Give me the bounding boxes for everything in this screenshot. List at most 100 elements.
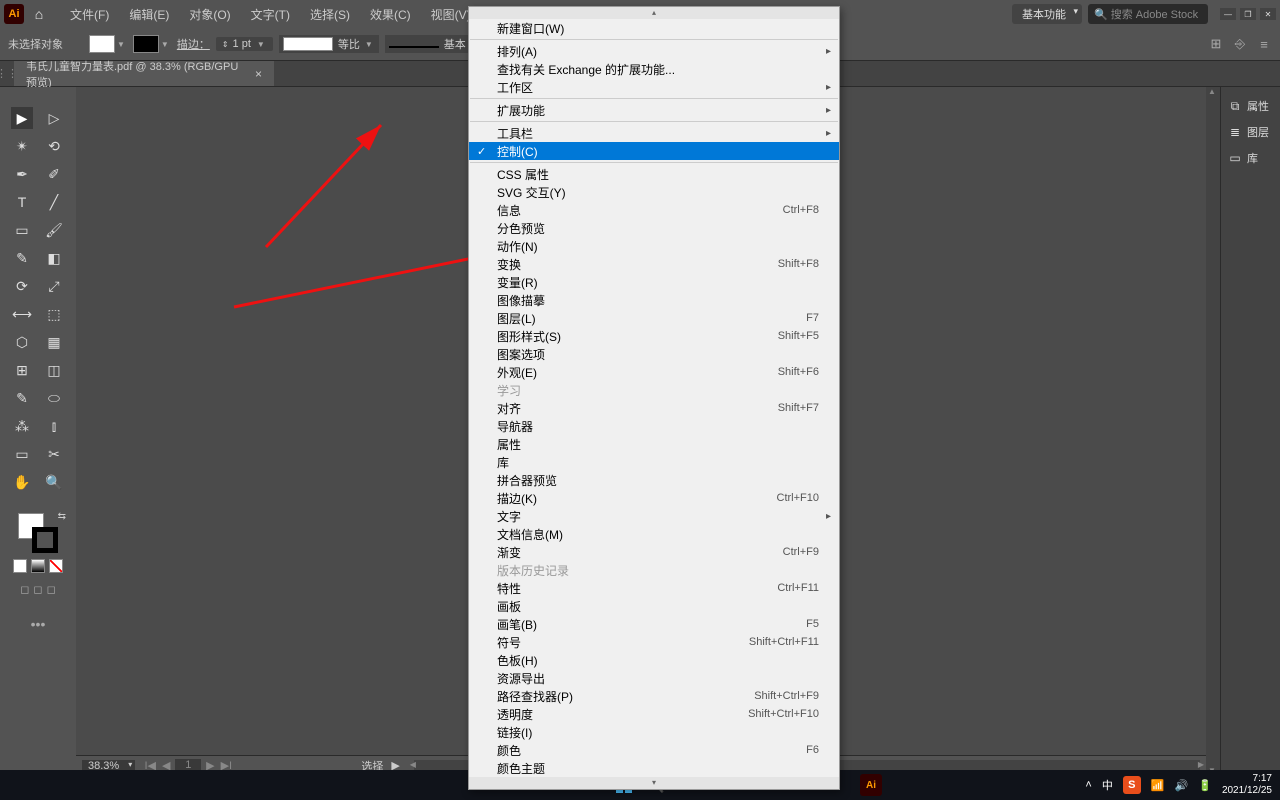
menu-effect[interactable]: 效果(C) (360, 6, 421, 23)
menu-separations-preview[interactable]: 分色预览 (469, 219, 839, 237)
edit-toolbar[interactable]: ••• (31, 616, 46, 632)
menu-gradient[interactable]: 渐变Ctrl+F9 (469, 543, 839, 561)
menu-text[interactable]: 文字(T) (241, 6, 300, 23)
lasso-tool[interactable]: ⟲ (43, 135, 65, 157)
menu-pattern-options[interactable]: 图案选项 (469, 345, 839, 363)
free-transform-tool[interactable]: ⬚ (43, 303, 65, 325)
menu-css-properties[interactable]: CSS 属性 (469, 165, 839, 183)
close-button[interactable]: ✕ (1260, 8, 1276, 20)
sogou-ime-icon[interactable]: S (1123, 776, 1141, 794)
menu-layers[interactable]: 图层(L)F7 (469, 309, 839, 327)
menu-stroke[interactable]: 描边(K)Ctrl+F10 (469, 489, 839, 507)
menu-new-window[interactable]: 新建窗口(W) (469, 19, 839, 37)
color-mode-gradient[interactable] (31, 559, 45, 573)
menu-document-info[interactable]: 文档信息(M) (469, 525, 839, 543)
menu-workspace[interactable]: 工作区 (469, 78, 839, 96)
width-profile[interactable]: 等比▼ (279, 35, 379, 53)
panel-properties[interactable]: ⧉属性 (1221, 93, 1280, 119)
battery-icon[interactable]: 🔋 (1198, 779, 1212, 792)
menu-attributes[interactable]: 属性 (469, 435, 839, 453)
vertical-scrollbar[interactable] (1206, 87, 1220, 775)
maximize-button[interactable]: ❐ (1240, 8, 1256, 20)
draw-normal-icon[interactable]: ◻ (20, 583, 29, 596)
chevron-down-icon[interactable]: ▼ (159, 40, 171, 49)
shaper-tool[interactable]: ✎ (11, 247, 33, 269)
shape-builder-tool[interactable]: ⬡ (11, 331, 33, 353)
panel-menu-icon[interactable]: ≡ (1256, 36, 1272, 52)
menu-brushes[interactable]: 画笔(B)F5 (469, 615, 839, 633)
menu-toolbar[interactable]: 工具栏 (469, 124, 839, 142)
menu-select[interactable]: 选择(S) (300, 6, 360, 23)
pen-tool[interactable]: ✒ (11, 163, 33, 185)
scale-tool[interactable]: ⤢ (43, 275, 65, 297)
rectangle-tool[interactable]: ▭ (11, 219, 33, 241)
close-icon[interactable]: × (255, 67, 262, 81)
menu-variables[interactable]: 变量(R) (469, 273, 839, 291)
slice-tool[interactable]: ✂ (43, 443, 65, 465)
zoom-tool[interactable]: 🔍 (43, 471, 65, 493)
menu-edit[interactable]: 编辑(E) (119, 6, 179, 23)
menu-swatches[interactable]: 色板(H) (469, 651, 839, 669)
ime-indicator[interactable]: 中 (1102, 777, 1113, 793)
home-icon[interactable]: ⌂ (28, 3, 50, 25)
menu-pathfinder[interactable]: 路径查找器(P)Shift+Ctrl+F9 (469, 687, 839, 705)
panel-layers[interactable]: ≣图层 (1221, 119, 1280, 145)
menu-actions[interactable]: 动作(N) (469, 237, 839, 255)
minimize-button[interactable]: — (1220, 8, 1236, 20)
menu-asset-export[interactable]: 资源导出 (469, 669, 839, 687)
selection-tool[interactable]: ▶ (11, 107, 33, 129)
menu-scroll-down[interactable]: ▾ (469, 777, 839, 789)
perspective-tool[interactable]: ▦ (43, 331, 65, 353)
search-input[interactable]: 🔍搜索 Adobe Stock (1088, 4, 1208, 24)
mesh-tool[interactable]: ⊞ (11, 359, 33, 381)
menu-symbols[interactable]: 符号Shift+Ctrl+F11 (469, 633, 839, 651)
color-mode-solid[interactable] (13, 559, 27, 573)
menu-control[interactable]: 控制(C) (469, 142, 839, 160)
menu-transparency[interactable]: 透明度Shift+Ctrl+F10 (469, 705, 839, 723)
blend-tool[interactable]: ⬭ (43, 387, 65, 409)
swap-icon[interactable]: ⇆ (58, 511, 66, 522)
stroke-label[interactable]: 描边： (177, 36, 210, 52)
menu-info[interactable]: 信息Ctrl+F8 (469, 201, 839, 219)
curvature-tool[interactable]: ✐ (43, 163, 65, 185)
document-tab[interactable]: 韦氏儿童智力量表.pdf @ 38.3% (RGB/GPU 预览) × (14, 61, 274, 86)
workspace-switcher[interactable]: 基本功能 (1012, 4, 1082, 24)
rotate-tool[interactable]: ⟳ (11, 275, 33, 297)
gradient-tool[interactable]: ◫ (43, 359, 65, 381)
type-tool[interactable]: T (11, 191, 33, 213)
menu-appearance[interactable]: 外观(E)Shift+F6 (469, 363, 839, 381)
menu-color-themes[interactable]: 颜色主题 (469, 759, 839, 777)
menu-file[interactable]: 文件(F) (60, 6, 119, 23)
column-graph-tool[interactable]: ⫾ (43, 415, 65, 437)
width-tool[interactable]: ⟷ (11, 303, 33, 325)
menu-image-trace[interactable]: 图像描摹 (469, 291, 839, 309)
color-mode-none[interactable] (49, 559, 63, 573)
preferences-icon[interactable]: ⎆ (1232, 36, 1248, 52)
draw-inside-icon[interactable]: ◻ (47, 583, 56, 596)
menu-svg-interactivity[interactable]: SVG 交互(Y) (469, 183, 839, 201)
menu-character-styles[interactable]: 特性Ctrl+F11 (469, 579, 839, 597)
stroke-weight-input[interactable]: ⇕1 pt▼ (216, 37, 273, 51)
menu-transform[interactable]: 变换Shift+F8 (469, 255, 839, 273)
eraser-tool[interactable]: ◧ (43, 247, 65, 269)
menu-extensions[interactable]: 扩展功能 (469, 101, 839, 119)
menu-navigator[interactable]: 导航器 (469, 417, 839, 435)
menu-flattener-preview[interactable]: 拼合器预览 (469, 471, 839, 489)
chevron-down-icon[interactable]: ▼ (115, 40, 127, 49)
stroke-swatch[interactable] (133, 35, 159, 53)
menu-color[interactable]: 颜色F6 (469, 741, 839, 759)
menu-arrange[interactable]: 排列(A) (469, 42, 839, 60)
eyedropper-tool[interactable]: ✎ (11, 387, 33, 409)
artboard-tool[interactable]: ▭ (11, 443, 33, 465)
doc-setup-icon[interactable]: ⊞ (1208, 36, 1224, 52)
menu-links[interactable]: 链接(I) (469, 723, 839, 741)
fill-stroke-indicator[interactable]: ⇆ (18, 513, 58, 553)
draw-behind-icon[interactable]: ◻ (33, 583, 42, 596)
menu-libraries[interactable]: 库 (469, 453, 839, 471)
line-tool[interactable]: ╱ (43, 191, 65, 213)
panel-libraries[interactable]: ▭库 (1221, 145, 1280, 171)
paintbrush-tool[interactable]: 🖌 (43, 219, 65, 241)
direct-selection-tool[interactable]: ▷ (43, 107, 65, 129)
stroke-box[interactable] (32, 527, 58, 553)
fill-swatch[interactable] (89, 35, 115, 53)
